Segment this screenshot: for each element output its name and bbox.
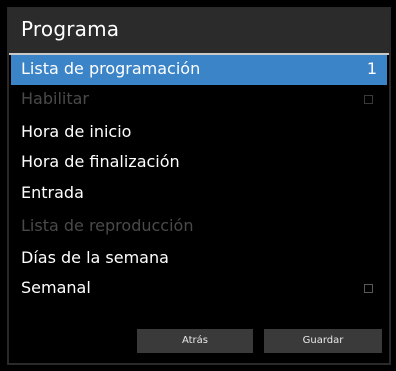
menu-item-label: Entrada xyxy=(21,183,84,202)
menu-item-label: Lista de programación xyxy=(21,59,201,78)
menu-item-lista-de-reproduccion: Lista de reproducción xyxy=(11,212,387,242)
menu-list: Lista de programación 1 Habilitar Hora d… xyxy=(9,55,389,363)
semanal-checkbox[interactable] xyxy=(364,284,373,293)
menu-item-semanal[interactable]: Semanal xyxy=(11,274,387,304)
dialog-title: Programa xyxy=(21,17,120,41)
menu-item-label: Días de la semana xyxy=(21,248,169,267)
menu-item-hora-de-inicio[interactable]: Hora de inicio xyxy=(11,118,387,148)
schedule-dialog: Programa Lista de programación 1 Habilit… xyxy=(7,7,391,365)
menu-item-label: Hora de inicio xyxy=(21,122,132,141)
menu-item-entrada[interactable]: Entrada xyxy=(11,179,387,209)
menu-item-label: Habilitar xyxy=(21,89,89,108)
menu-item-label: Hora de finalización xyxy=(21,152,180,171)
menu-item-value: 1 xyxy=(366,59,377,78)
menu-item-dias-de-la-semana[interactable]: Días de la semana xyxy=(11,244,387,274)
menu-item-lista-de-programacion[interactable]: Lista de programación 1 xyxy=(11,55,387,85)
menu-item-label: Semanal xyxy=(21,278,91,297)
menu-item-label: Lista de reproducción xyxy=(21,216,194,235)
save-button[interactable]: Guardar xyxy=(264,329,382,353)
menu-item-habilitar: Habilitar xyxy=(11,85,387,115)
back-button[interactable]: Atrás xyxy=(137,329,253,353)
habilitar-checkbox xyxy=(364,95,373,104)
title-bar: Programa xyxy=(9,9,389,55)
menu-item-hora-de-finalizacion[interactable]: Hora de finalización xyxy=(11,148,387,178)
